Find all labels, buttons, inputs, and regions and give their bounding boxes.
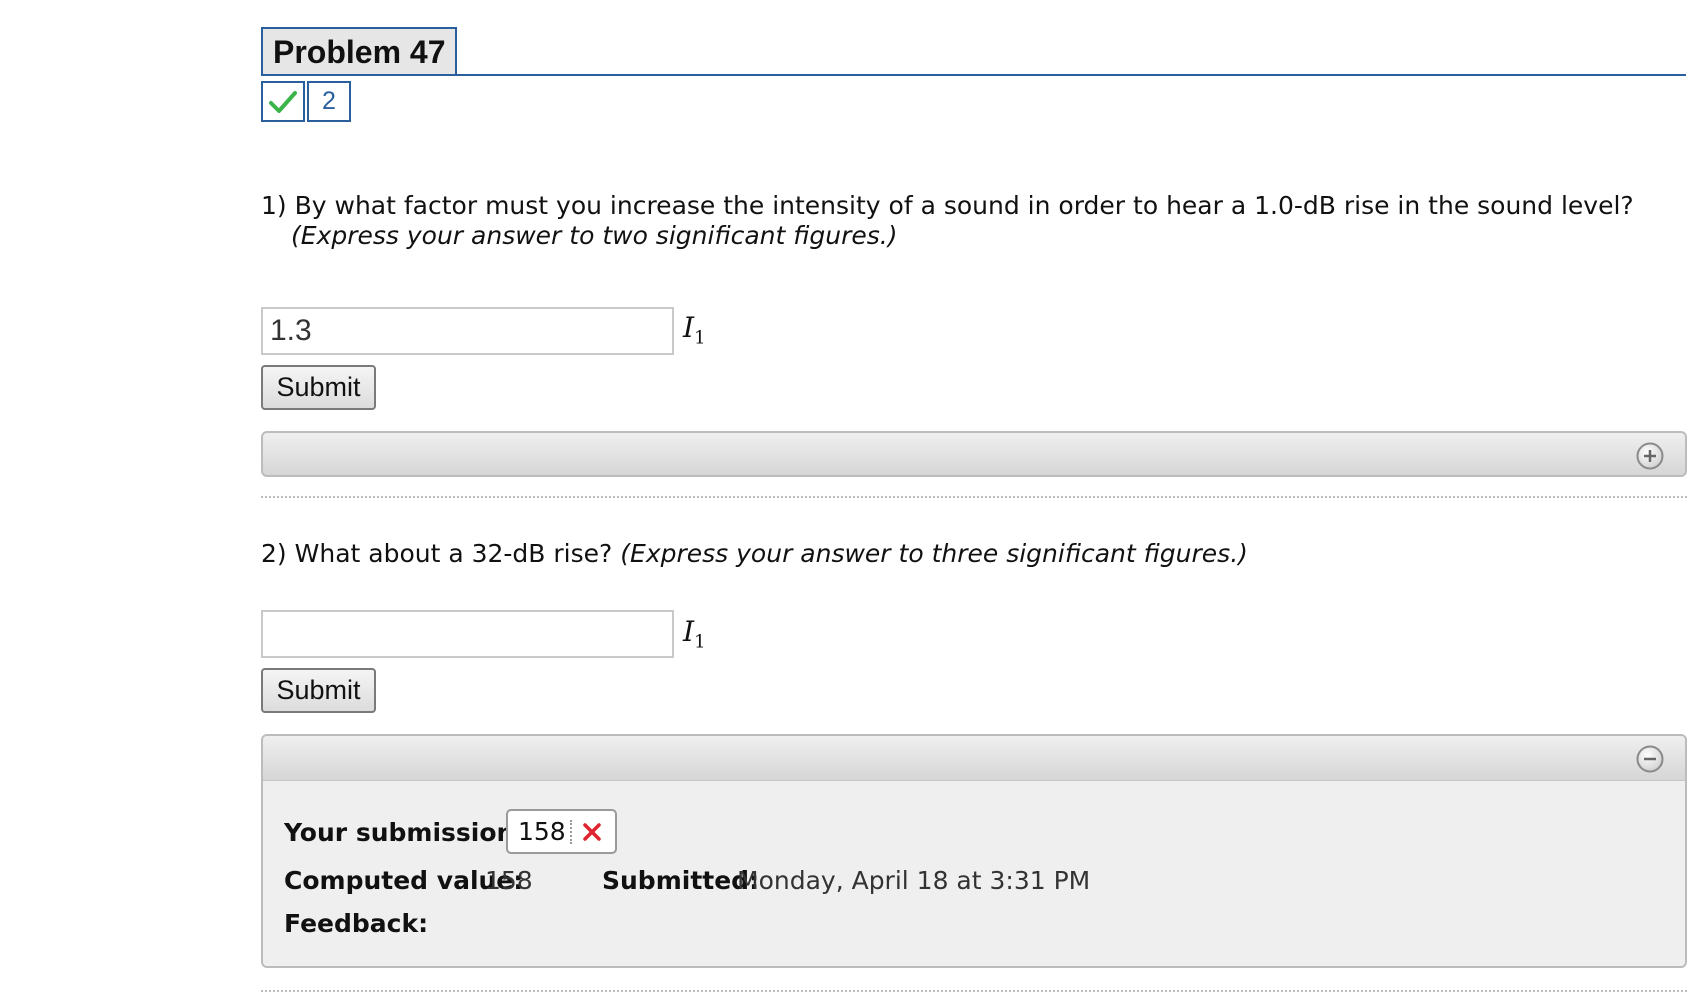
question-1-unit: I1 [683, 311, 706, 349]
header-divider [261, 74, 1686, 76]
question-2-unit-symbol: I [683, 615, 695, 648]
question-2-text: What about a 32-dB rise? [294, 539, 613, 568]
question-2-unit: I1 [683, 615, 706, 653]
question-separator [261, 990, 1687, 992]
question-1-unit-subscript: 1 [694, 327, 706, 349]
question-separator [261, 496, 1687, 498]
question-2-unit-subscript: 1 [694, 631, 706, 653]
question-2-number: 2) [261, 539, 287, 568]
question-2-prompt: 2) What about a 32-dB rise? (Express you… [261, 539, 1681, 569]
incorrect-x-icon [583, 822, 601, 841]
submission-entry[interactable]: 158 [506, 809, 617, 854]
question-2-submit-button[interactable]: Submit [261, 668, 376, 713]
feedback-label: Feedback: [284, 909, 429, 938]
question-2-submissions-panel: Your submissions: 158 Computed value: 15… [261, 734, 1687, 968]
question-1-submissions-toggle[interactable] [261, 431, 1687, 477]
question-2-answer-input[interactable] [261, 610, 674, 658]
question-1-submit-button[interactable]: Submit [261, 365, 376, 410]
question-1-number: 1) [261, 191, 287, 220]
question-1-answer-input[interactable] [261, 307, 674, 355]
minus-circle-icon[interactable] [1636, 745, 1664, 773]
problem-status: 2 [261, 81, 351, 122]
submission-divider [570, 819, 572, 844]
question-1-hint: (Express your answer to two significant … [291, 221, 898, 250]
question-1-unit-symbol: I [683, 311, 695, 344]
computed-value: 158 [485, 866, 533, 895]
problem-page: Problem 47 2 1) By what factor must you … [0, 0, 1700, 1008]
question-2-submissions-toggle[interactable] [263, 736, 1685, 781]
submissions-label: Your submissions: [284, 818, 540, 847]
problem-title: Problem 47 [261, 27, 457, 75]
submission-value: 158 [518, 817, 566, 846]
question-1-text: By what factor must you increase the int… [294, 191, 1634, 220]
submitted-timestamp: Monday, April 18 at 3:31 PM [737, 866, 1091, 895]
attempt-count: 2 [322, 87, 336, 115]
attempt-count-box: 2 [307, 81, 351, 122]
question-1-prompt: 1) By what factor must you increase the … [261, 191, 1681, 251]
status-correct-box [261, 81, 305, 122]
plus-circle-icon[interactable] [1636, 442, 1664, 470]
submitted-label: Submitted: [602, 866, 760, 895]
question-2-hint: (Express your answer to three significan… [620, 539, 1248, 568]
check-icon [269, 90, 297, 113]
